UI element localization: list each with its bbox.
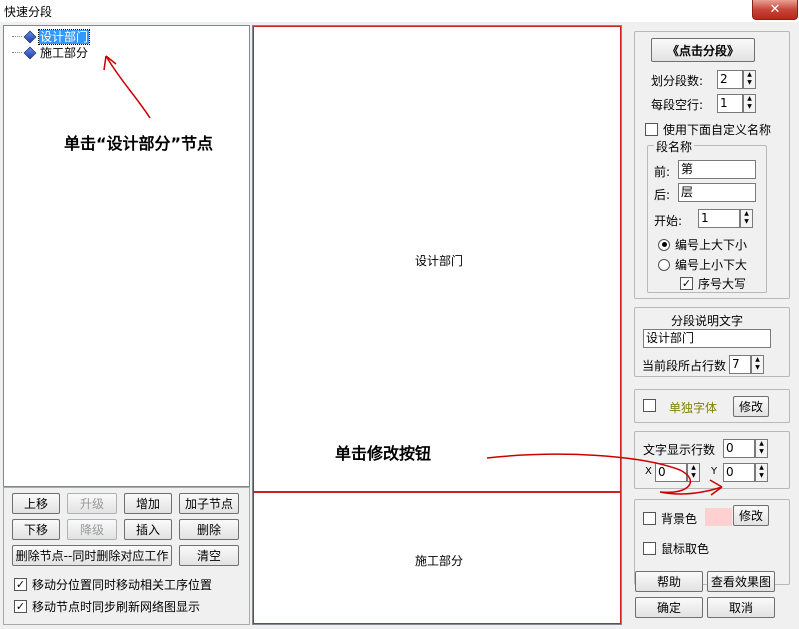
order-desc-option[interactable]: 编号上大下小 [658,236,747,253]
window-title: 快速分段 [4,5,53,19]
mouse-color-option[interactable]: 鼠标取色 [643,540,709,557]
y-spinner[interactable]: ▲ ▼ [755,463,768,482]
tree-node-construction[interactable]: 施工部分 [12,45,89,60]
font-modify-button[interactable]: 修改 [733,396,769,417]
single-font-option[interactable] [643,399,661,412]
checkbox-checked[interactable]: ✓ [14,578,27,591]
delete-button[interactable]: 删除 [179,519,239,540]
tree-node-design[interactable]: 设计部门 [12,28,91,45]
click-segment-button[interactable]: 《点击分段》 [651,38,755,62]
ok-button[interactable]: 确定 [635,597,703,618]
radio-unselected[interactable] [658,258,670,271]
blank-rows-input[interactable]: 1 [717,94,743,113]
segment-settings-group: 《点击分段》 划分段数: 2 ▲ ▼ 每段空行: 1 ▲ ▼ 使用下面自定义名称 段… [634,31,790,299]
checkbox-unchecked[interactable] [643,399,656,412]
blank-rows-label: 每段空行: [651,98,704,112]
segment-preview: 设计部门 施工部分 单击修改按钮 [252,25,622,625]
suffix-input[interactable]: 层 [678,183,756,202]
text-rows-spinner[interactable]: ▲ ▼ [755,439,768,458]
tree-toolbar: 上移 升级 增加 加子节点 下移 降级 插入 删除 删除节点--同时删除对应工作… [3,487,250,625]
single-font-label: 单独字体 [669,401,718,415]
settings-panel: 《点击分段》 划分段数: 2 ▲ ▼ 每段空行: 1 ▲ ▼ 使用下面自定义名称 段… [626,25,798,625]
description-group: 分段说明文字 设计部门 当前段所占行数 7 ▲ ▼ [634,307,790,377]
clear-button[interactable]: 清空 [179,545,239,566]
annotation-click-node: 单击“设计部分”节点 [64,134,214,153]
start-input[interactable]: 1 [698,209,740,228]
rows-input[interactable]: 7 [729,355,751,374]
rows-spinner[interactable]: ▲ ▼ [751,355,764,374]
seg-count-input[interactable]: 2 [717,70,743,89]
x-input[interactable]: 0 [655,463,687,482]
move-up-button[interactable]: 上移 [12,493,60,514]
preview-segment-1: 设计部门 [253,26,621,492]
tree-node-label[interactable]: 施工部分 [39,46,89,60]
tree-line [12,52,22,53]
delete-node-work-button[interactable]: 删除节点--同时删除对应工作 [12,545,172,566]
description-title: 分段说明文字 [671,314,744,328]
description-input[interactable]: 设计部门 [643,329,771,348]
font-group: 单独字体 修改 [634,389,790,423]
segment-label: 设计部门 [415,254,464,268]
move-position-option[interactable]: ✓ 移动分位置同时移动相关工序位置 [14,576,212,593]
text-rows-input[interactable]: 0 [723,439,755,458]
tree-node-label[interactable]: 设计部门 [37,28,91,45]
promote-button[interactable]: 升级 [67,493,117,514]
prefix-label: 前: [654,165,671,179]
preview-segment-2: 施工部分 [253,492,621,624]
close-button[interactable]: ✕ [752,0,798,20]
move-down-button[interactable]: 下移 [12,519,60,540]
option-label: 编号上大下小 [675,238,748,252]
bg-modify-button[interactable]: 修改 [733,505,769,526]
suffix-label: 后: [654,188,671,202]
text-rows-label: 文字显示行数 [643,443,716,457]
blank-rows-spinner[interactable]: ▲ ▼ [743,94,756,113]
group-title: 段名称 [654,138,695,155]
annotation-click-modify: 单击修改按钮 [335,444,432,463]
checkbox-unchecked[interactable] [643,542,656,555]
checkbox-checked[interactable]: ✓ [14,600,27,613]
start-label: 开始: [654,214,683,228]
checkbox-checked[interactable]: ✓ [680,277,693,290]
segment-label: 施工部分 [415,554,464,568]
view-effect-button[interactable]: 查看效果图 [707,571,775,592]
help-button[interactable]: 帮助 [635,571,703,592]
sync-refresh-option[interactable]: ✓ 移动节点时同步刷新网络图显示 [14,598,200,615]
prefix-input[interactable]: 第 [678,160,756,179]
checkbox-unchecked[interactable] [645,123,658,136]
book-icon [23,46,37,59]
seq-upper-option[interactable]: ✓ 序号大写 [680,275,746,292]
option-label: 背景色 [661,512,698,526]
y-input[interactable]: 0 [723,463,755,482]
cancel-button[interactable]: 取消 [707,597,775,618]
start-spinner[interactable]: ▲ ▼ [740,209,753,228]
option-label: 鼠标取色 [661,542,710,556]
color-swatch[interactable] [705,508,732,526]
option-label: 移动分位置同时移动相关工序位置 [32,578,213,592]
insert-button[interactable]: 插入 [124,519,172,540]
bg-color-option[interactable]: 背景色 [643,510,697,527]
order-asc-option[interactable]: 编号上小下大 [658,256,747,273]
option-label: 序号大写 [698,277,747,291]
x-label: X [645,466,652,477]
option-label: 移动节点时同步刷新网络图显示 [32,600,201,614]
rows-label: 当前段所占行数 [642,359,727,373]
x-spinner[interactable]: ▲ ▼ [687,463,700,482]
y-label: Y [711,466,718,477]
option-label: 编号上小下大 [675,258,748,272]
use-custom-name-option[interactable]: 使用下面自定义名称 [645,121,771,138]
seg-count-spinner[interactable]: ▲ ▼ [743,70,756,89]
radio-selected[interactable] [658,238,670,251]
text-position-group: 文字显示行数 0 ▲ ▼ X 0 ▲ ▼ Y 0 ▲ ▼ [634,431,790,489]
segment-name-group: 段名称 前: 第 后: 层 开始: 1 ▲ ▼ 编号上大下小 编号上小下大 ✓ 序… [647,138,767,293]
demote-button[interactable]: 降级 [67,519,117,540]
book-icon [23,30,37,43]
checkbox-unchecked[interactable] [643,512,656,525]
seg-count-label: 划分段数: [651,74,704,88]
title-bar: 快速分段 ✕ [0,0,799,22]
add-button[interactable]: 增加 [124,493,172,514]
tree-line [12,36,22,37]
add-child-button[interactable]: 加子节点 [179,493,239,514]
segment-tree[interactable]: 设计部门 施工部分 单击“设计部分”节点 [3,25,250,487]
option-label: 使用下面自定义名称 [663,123,772,137]
